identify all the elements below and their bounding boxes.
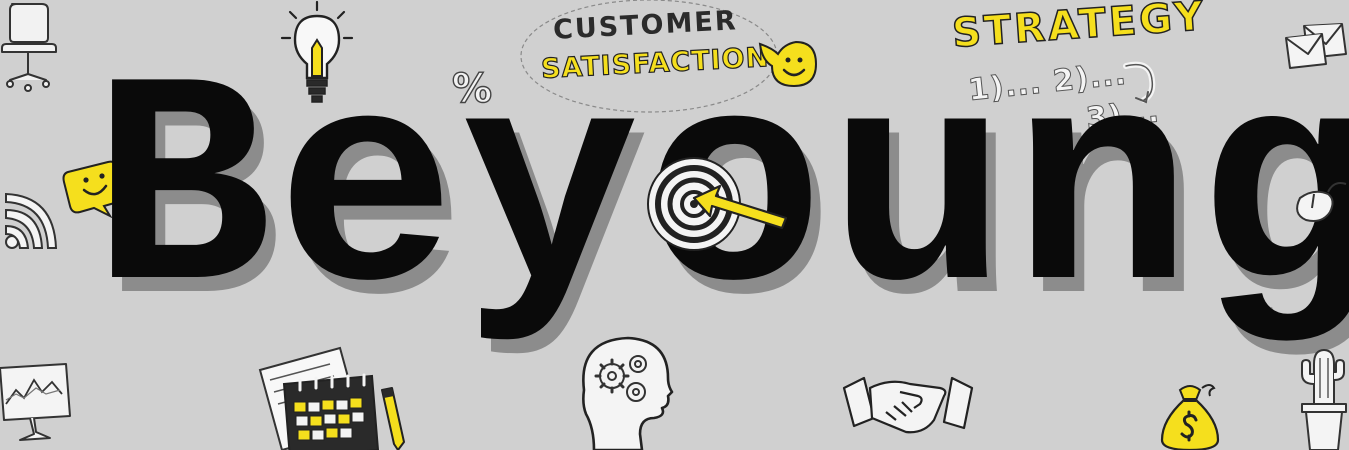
arrow-icon — [692, 184, 788, 230]
computer-mouse-icon — [1296, 182, 1347, 222]
hero-banner: CUSTOMER SATISFACTION STRATEGY 1)... 2).… — [0, 0, 1349, 450]
pencil-icon — [381, 387, 405, 450]
head-gears-icon — [582, 336, 674, 450]
wifi-signal-icon — [5, 192, 58, 249]
money-bag-icon — [1160, 384, 1220, 450]
cactus-icon — [1301, 349, 1347, 450]
office-chair-icon — [1, 3, 57, 92]
calendar-icon — [258, 346, 380, 450]
handshake-icon — [842, 376, 974, 434]
monitor-chart-icon — [0, 363, 71, 441]
